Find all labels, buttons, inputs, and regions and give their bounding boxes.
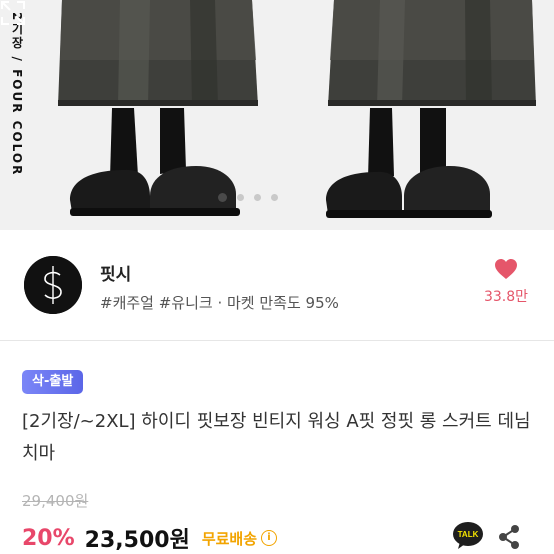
- product-title: [2기장/~2XL] 하이디 핏보장 빈티지 워싱 A핏 정핏 롱 스커트 데님…: [22, 411, 531, 464]
- carousel-dot[interactable]: [254, 194, 261, 201]
- seller-info[interactable]: 핏시 #캐주얼 #유니크 · 마켓 만족도 95% 33.8만: [0, 240, 554, 330]
- heart-icon: [495, 259, 517, 279]
- kakao-talk-icon[interactable]: TALK: [452, 521, 484, 551]
- free-shipping-label: 무료배송: [201, 529, 258, 548]
- seller-avatar[interactable]: [24, 256, 82, 314]
- seller-name[interactable]: 핏시: [100, 260, 131, 285]
- sale-price: 23,500원: [84, 528, 190, 553]
- carousel-dot[interactable]: [218, 193, 227, 202]
- section-divider: [0, 340, 554, 341]
- expand-icon[interactable]: [0, 0, 26, 26]
- carousel-dots[interactable]: [218, 193, 278, 202]
- price-row: 20% 23,500원 무료배송 i: [22, 522, 278, 554]
- info-icon[interactable]: i: [261, 530, 278, 546]
- seller-logo-icon: [24, 256, 82, 314]
- like-count: 33.8만: [483, 289, 529, 305]
- carousel-dot[interactable]: [271, 194, 278, 201]
- seller-tags: #캐주얼 #유니크 · 마켓 만족도 95%: [100, 294, 339, 312]
- discount-rate: 20%: [22, 525, 75, 551]
- product-image-carousel[interactable]: 2기장 / FOUR COLOR: [0, 0, 554, 230]
- fast-shipping-badge: 삭-출발: [22, 370, 84, 394]
- talk-label: TALK: [458, 530, 479, 539]
- original-price: 29,400원: [22, 492, 89, 510]
- image-side-label: 2기장 / FOUR COLOR: [10, 12, 24, 177]
- carousel-dot[interactable]: [237, 194, 244, 201]
- like-button[interactable]: 33.8만: [476, 258, 536, 306]
- share-icon[interactable]: [497, 524, 521, 550]
